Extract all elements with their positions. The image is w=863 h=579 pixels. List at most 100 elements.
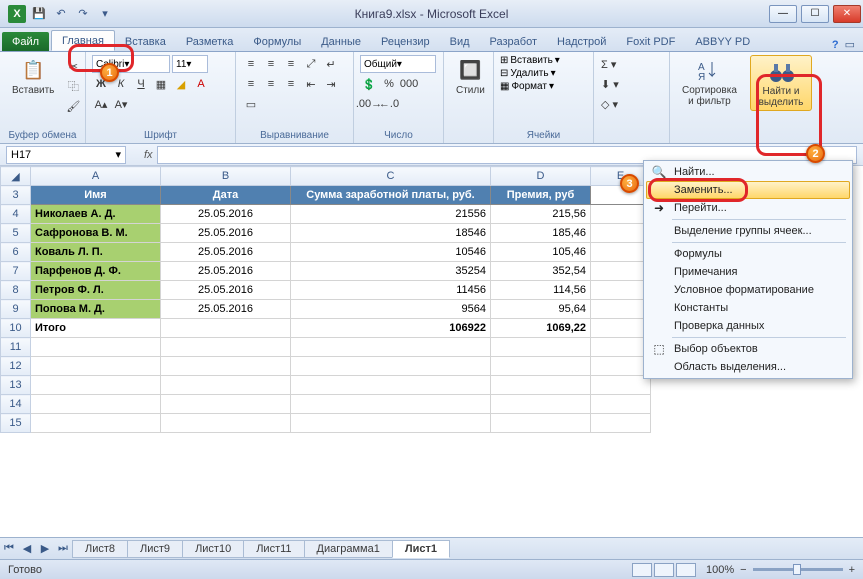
cell[interactable] bbox=[591, 300, 651, 319]
cell[interactable]: 25.05.2016 bbox=[161, 224, 291, 243]
orientation-icon[interactable]: ⤢ bbox=[302, 55, 320, 73]
minimize-button[interactable]: — bbox=[769, 5, 797, 23]
tab-abbyy[interactable]: ABBYY PD bbox=[685, 32, 760, 51]
cell[interactable] bbox=[161, 338, 291, 357]
close-button[interactable]: ✕ bbox=[833, 5, 861, 23]
tab-file[interactable]: Файл bbox=[2, 32, 49, 51]
name-box[interactable]: H17▾ bbox=[6, 146, 126, 164]
zoom-out-button[interactable]: − bbox=[740, 564, 746, 576]
format-painter-icon[interactable]: 🖌 bbox=[64, 97, 82, 115]
cell[interactable]: Имя bbox=[31, 186, 161, 205]
cell[interactable]: 1069,22 bbox=[491, 319, 591, 338]
cell[interactable] bbox=[291, 376, 491, 395]
sheet-nav-last[interactable]: ⏭ bbox=[54, 540, 72, 558]
align-middle-icon[interactable]: ≡ bbox=[262, 55, 280, 73]
align-center-icon[interactable]: ≡ bbox=[262, 75, 280, 93]
row-header[interactable]: 12 bbox=[1, 357, 31, 376]
percent-icon[interactable]: % bbox=[380, 75, 398, 93]
styles-button[interactable]: 🔲 Стили bbox=[450, 55, 491, 98]
tab-developer[interactable]: Разработ bbox=[480, 32, 547, 51]
cell[interactable]: Попова М. Д. bbox=[31, 300, 161, 319]
sheet-tab[interactable]: Лист11 bbox=[243, 540, 304, 558]
increase-decimal-icon[interactable]: .00→ bbox=[360, 95, 378, 113]
decrease-indent-icon[interactable]: ⇤ bbox=[302, 75, 320, 93]
sheet-nav-next[interactable]: ▶ bbox=[36, 540, 54, 558]
zoom-level[interactable]: 100% bbox=[706, 564, 734, 576]
dropdown-item[interactable]: Условное форматирование bbox=[646, 281, 850, 299]
col-header[interactable]: C bbox=[291, 167, 491, 186]
number-format-select[interactable]: Общий ▾ bbox=[360, 55, 436, 73]
cell[interactable]: 21556 bbox=[291, 205, 491, 224]
shrink-font-button[interactable]: A▾ bbox=[112, 95, 130, 113]
increase-indent-icon[interactable]: ⇥ bbox=[322, 75, 340, 93]
row-header[interactable]: 10 bbox=[1, 319, 31, 338]
col-header[interactable]: D bbox=[491, 167, 591, 186]
tab-formulas[interactable]: Формулы bbox=[243, 32, 311, 51]
tab-home[interactable]: Главная bbox=[51, 30, 115, 51]
sort-filter-button[interactable]: АЯ Сортировка и фильтр bbox=[676, 55, 743, 109]
cell[interactable] bbox=[491, 338, 591, 357]
tab-data[interactable]: Данные bbox=[311, 32, 371, 51]
tab-review[interactable]: Рецензир bbox=[371, 32, 440, 51]
tab-view[interactable]: Вид bbox=[440, 32, 480, 51]
dropdown-item[interactable]: Примечания bbox=[646, 263, 850, 281]
save-icon[interactable]: 💾 bbox=[30, 5, 48, 23]
cell[interactable]: 11456 bbox=[291, 281, 491, 300]
row-header[interactable]: 9 bbox=[1, 300, 31, 319]
dropdown-item[interactable]: Выделение группы ячеек... bbox=[646, 222, 850, 240]
cell[interactable] bbox=[591, 395, 651, 414]
minimize-ribbon-icon[interactable]: ▭ bbox=[845, 38, 855, 51]
align-right-icon[interactable]: ≡ bbox=[282, 75, 300, 93]
cell[interactable] bbox=[591, 224, 651, 243]
cell[interactable]: Дата bbox=[161, 186, 291, 205]
cell[interactable] bbox=[31, 357, 161, 376]
cell[interactable]: Итого bbox=[31, 319, 161, 338]
grow-font-button[interactable]: A▴ bbox=[92, 95, 110, 113]
cell[interactable]: Николаев А. Д. bbox=[31, 205, 161, 224]
row-header[interactable]: 3 bbox=[1, 186, 31, 205]
fill-color-button[interactable]: ◢ bbox=[172, 75, 190, 93]
cell[interactable] bbox=[591, 243, 651, 262]
autosum-icon[interactable]: Σ ▾ bbox=[600, 55, 617, 73]
cell[interactable] bbox=[591, 338, 651, 357]
cell[interactable] bbox=[161, 376, 291, 395]
tab-foxit[interactable]: Foxit PDF bbox=[616, 32, 685, 51]
cell[interactable] bbox=[31, 376, 161, 395]
fx-icon[interactable]: fx bbox=[144, 149, 153, 161]
zoom-slider[interactable] bbox=[753, 568, 843, 571]
cells-delete-button[interactable]: ⊟ Удалить ▾ bbox=[500, 68, 556, 79]
clear-icon[interactable]: ◇ ▾ bbox=[600, 95, 619, 113]
dropdown-item[interactable]: Константы bbox=[646, 299, 850, 317]
cells-format-button[interactable]: ▦ Формат ▾ bbox=[500, 81, 554, 92]
view-pagelayout-button[interactable] bbox=[654, 563, 674, 577]
col-header[interactable]: A bbox=[31, 167, 161, 186]
row-header[interactable]: 6 bbox=[1, 243, 31, 262]
cell[interactable] bbox=[291, 414, 491, 433]
cut-icon[interactable]: ✂ bbox=[64, 57, 82, 75]
dropdown-item[interactable]: Заменить... bbox=[646, 181, 850, 199]
cell[interactable] bbox=[591, 376, 651, 395]
cell[interactable]: Сафронова В. М. bbox=[31, 224, 161, 243]
dropdown-item[interactable]: ⬚Выбор объектов bbox=[646, 340, 850, 358]
dropdown-item[interactable]: 🔍Найти... bbox=[646, 163, 850, 181]
align-top-icon[interactable]: ≡ bbox=[242, 55, 260, 73]
view-normal-button[interactable] bbox=[632, 563, 652, 577]
border-button[interactable]: ▦ bbox=[152, 75, 170, 93]
align-bottom-icon[interactable]: ≡ bbox=[282, 55, 300, 73]
align-left-icon[interactable]: ≡ bbox=[242, 75, 260, 93]
cell[interactable] bbox=[491, 376, 591, 395]
cells-insert-button[interactable]: ⊞ Вставить ▾ bbox=[500, 55, 560, 66]
currency-icon[interactable]: 💲 bbox=[360, 75, 378, 93]
copy-icon[interactable]: ⿻ bbox=[64, 77, 82, 95]
row-header[interactable]: 14 bbox=[1, 395, 31, 414]
cell[interactable]: 35254 bbox=[291, 262, 491, 281]
cell[interactable]: Премия, руб bbox=[491, 186, 591, 205]
wrap-text-icon[interactable]: ↵ bbox=[322, 55, 340, 73]
cell[interactable] bbox=[591, 262, 651, 281]
tab-insert[interactable]: Вставка bbox=[115, 32, 176, 51]
row-header[interactable]: 7 bbox=[1, 262, 31, 281]
cell[interactable]: 95,64 bbox=[491, 300, 591, 319]
row-header[interactable]: 5 bbox=[1, 224, 31, 243]
dropdown-item[interactable]: Формулы bbox=[646, 245, 850, 263]
cell[interactable]: 106922 bbox=[291, 319, 491, 338]
